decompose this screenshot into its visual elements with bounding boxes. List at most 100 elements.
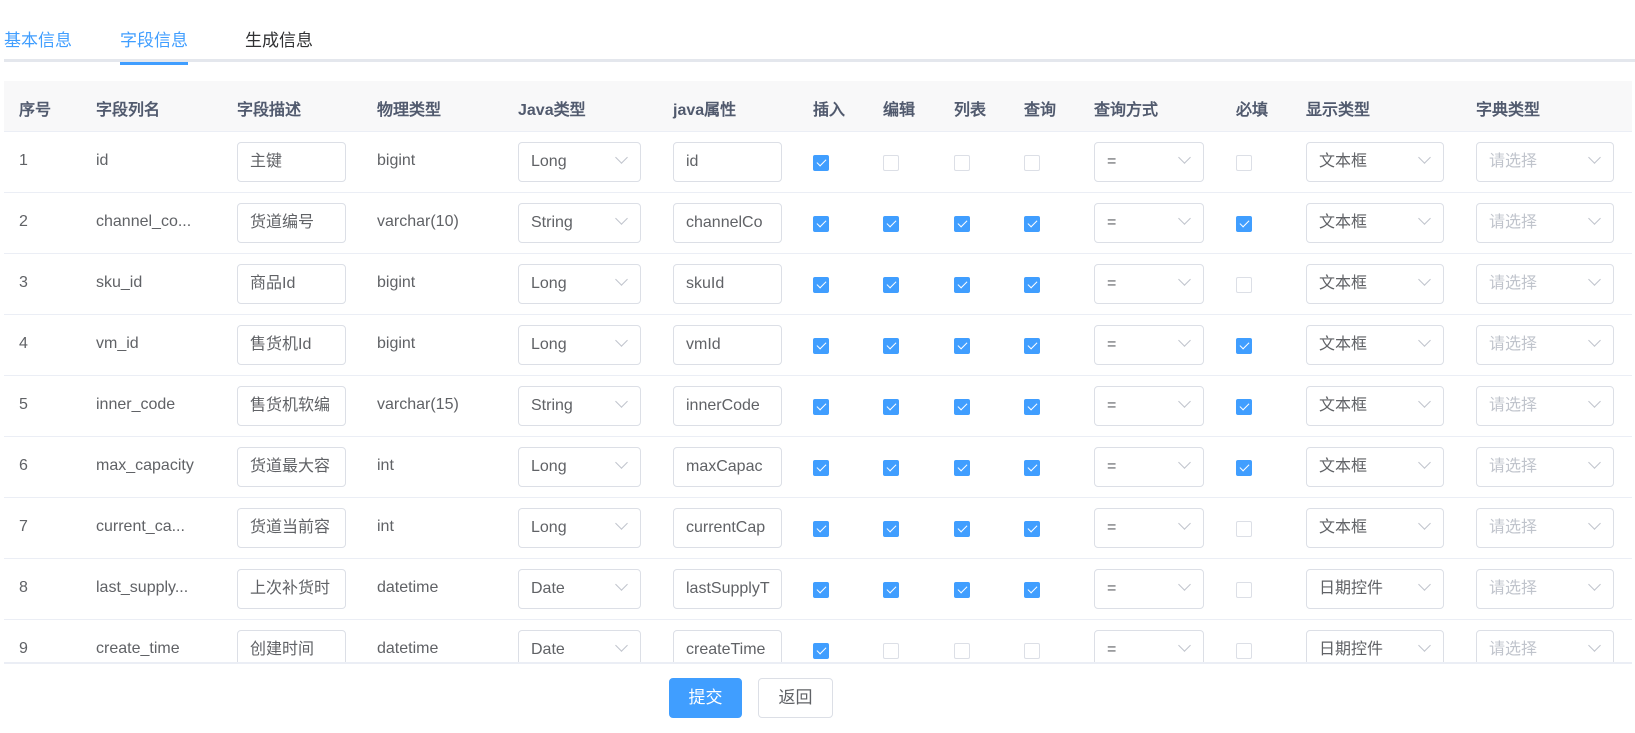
required-checkbox[interactable] (1236, 399, 1252, 415)
insert-checkbox[interactable] (813, 338, 829, 354)
query-checkbox[interactable] (1024, 338, 1040, 354)
query-type-select[interactable]: = (1094, 508, 1204, 548)
java-field-input[interactable]: createTime (673, 630, 782, 662)
dict-type-select[interactable]: 请选择 (1476, 447, 1614, 487)
insert-checkbox[interactable] (813, 643, 829, 659)
back-button[interactable]: 返回 (758, 678, 833, 718)
edit-checkbox[interactable] (883, 338, 899, 354)
query-type-select[interactable]: = (1094, 630, 1204, 662)
query-type-select[interactable]: = (1094, 203, 1204, 243)
edit-checkbox[interactable] (883, 521, 899, 537)
html-type-select[interactable]: 文本框 (1306, 386, 1444, 426)
java-type-select[interactable]: String (518, 386, 641, 426)
dict-type-select[interactable]: 请选择 (1476, 325, 1614, 365)
list-checkbox[interactable] (954, 399, 970, 415)
edit-checkbox[interactable] (883, 277, 899, 293)
column-desc-input[interactable]: 售货机软编 (237, 386, 346, 426)
column-desc-input[interactable]: 主键 (237, 142, 346, 182)
dict-type-select[interactable]: 请选择 (1476, 142, 1614, 182)
query-type-select[interactable]: = (1094, 569, 1204, 609)
required-checkbox[interactable] (1236, 155, 1252, 171)
query-type-select[interactable]: = (1094, 386, 1204, 426)
dict-type-select[interactable]: 请选择 (1476, 386, 1614, 426)
java-type-select[interactable]: Date (518, 569, 641, 609)
java-field-input[interactable]: lastSupplyT (673, 569, 782, 609)
dict-type-select[interactable]: 请选择 (1476, 630, 1614, 662)
java-field-input[interactable]: vmId (673, 325, 782, 365)
list-checkbox[interactable] (954, 460, 970, 476)
java-field-input[interactable]: currentCap (673, 508, 782, 548)
java-type-select[interactable]: Long (518, 508, 641, 548)
html-type-select[interactable]: 日期控件 (1306, 569, 1444, 609)
required-checkbox[interactable] (1236, 277, 1252, 293)
list-checkbox[interactable] (954, 155, 970, 171)
html-type-select[interactable]: 文本框 (1306, 142, 1444, 182)
html-type-select[interactable]: 文本框 (1306, 508, 1444, 548)
query-type-select[interactable]: = (1094, 264, 1204, 304)
submit-button[interactable]: 提交 (669, 678, 742, 718)
java-field-input[interactable]: maxCapac (673, 447, 782, 487)
required-checkbox[interactable] (1236, 338, 1252, 354)
query-type-select[interactable]: = (1094, 142, 1204, 182)
dict-type-select[interactable]: 请选择 (1476, 569, 1614, 609)
insert-checkbox[interactable] (813, 216, 829, 232)
query-checkbox[interactable] (1024, 216, 1040, 232)
dict-type-select[interactable]: 请选择 (1476, 508, 1614, 548)
query-checkbox[interactable] (1024, 582, 1040, 598)
java-field-input[interactable]: id (673, 142, 782, 182)
required-checkbox[interactable] (1236, 521, 1252, 537)
html-type-select[interactable]: 文本框 (1306, 447, 1444, 487)
required-checkbox[interactable] (1236, 582, 1252, 598)
insert-checkbox[interactable] (813, 277, 829, 293)
java-type-select[interactable]: Long (518, 447, 641, 487)
dict-type-select[interactable]: 请选择 (1476, 203, 1614, 243)
java-field-input[interactable]: innerCode (673, 386, 782, 426)
required-checkbox[interactable] (1236, 216, 1252, 232)
tab-generate-info[interactable]: 生成信息 (245, 26, 313, 62)
required-checkbox[interactable] (1236, 460, 1252, 476)
query-checkbox[interactable] (1024, 277, 1040, 293)
java-type-select[interactable]: Long (518, 142, 641, 182)
list-checkbox[interactable] (954, 521, 970, 537)
java-type-select[interactable]: Long (518, 325, 641, 365)
list-checkbox[interactable] (954, 338, 970, 354)
html-type-select[interactable]: 文本框 (1306, 264, 1444, 304)
tab-basic-info[interactable]: 基本信息 (4, 26, 72, 62)
java-type-select[interactable]: String (518, 203, 641, 243)
insert-checkbox[interactable] (813, 155, 829, 171)
insert-checkbox[interactable] (813, 460, 829, 476)
dict-type-select[interactable]: 请选择 (1476, 264, 1614, 304)
column-desc-input[interactable]: 货道当前容 (237, 508, 346, 548)
query-checkbox[interactable] (1024, 155, 1040, 171)
list-checkbox[interactable] (954, 582, 970, 598)
java-type-select[interactable]: Date (518, 630, 641, 662)
list-checkbox[interactable] (954, 277, 970, 293)
html-type-select[interactable]: 文本框 (1306, 203, 1444, 243)
edit-checkbox[interactable] (883, 216, 899, 232)
edit-checkbox[interactable] (883, 399, 899, 415)
column-desc-input[interactable]: 货道最大容 (237, 447, 346, 487)
insert-checkbox[interactable] (813, 582, 829, 598)
column-desc-input[interactable]: 创建时间 (237, 630, 346, 662)
list-checkbox[interactable] (954, 216, 970, 232)
tab-field-info[interactable]: 字段信息 (120, 26, 188, 65)
column-desc-input[interactable]: 上次补货时 (237, 569, 346, 609)
java-field-input[interactable]: channelCo (673, 203, 782, 243)
column-desc-input[interactable]: 货道编号 (237, 203, 346, 243)
query-checkbox[interactable] (1024, 460, 1040, 476)
html-type-select[interactable]: 日期控件 (1306, 630, 1444, 662)
required-checkbox[interactable] (1236, 643, 1252, 659)
edit-checkbox[interactable] (883, 460, 899, 476)
edit-checkbox[interactable] (883, 643, 899, 659)
query-checkbox[interactable] (1024, 399, 1040, 415)
query-type-select[interactable]: = (1094, 325, 1204, 365)
query-type-select[interactable]: = (1094, 447, 1204, 487)
column-desc-input[interactable]: 商品Id (237, 264, 346, 304)
java-type-select[interactable]: Long (518, 264, 641, 304)
edit-checkbox[interactable] (883, 582, 899, 598)
list-checkbox[interactable] (954, 643, 970, 659)
query-checkbox[interactable] (1024, 643, 1040, 659)
query-checkbox[interactable] (1024, 521, 1040, 537)
edit-checkbox[interactable] (883, 155, 899, 171)
insert-checkbox[interactable] (813, 521, 829, 537)
